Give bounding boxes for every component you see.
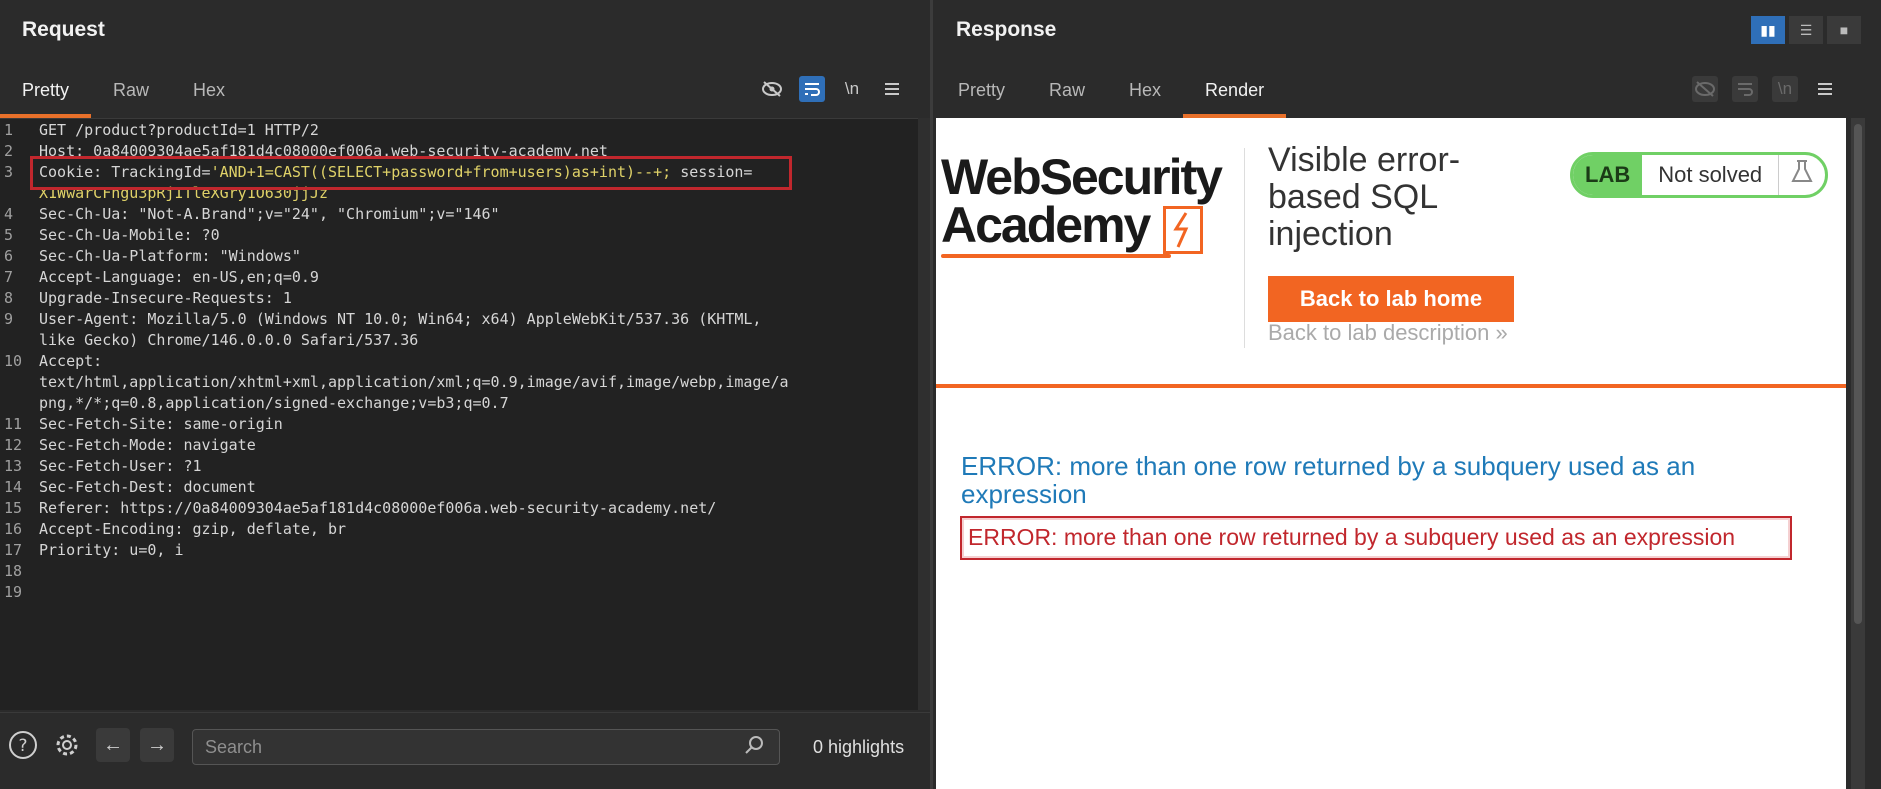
search-icon[interactable] bbox=[744, 735, 764, 760]
word-wrap-icon bbox=[1732, 76, 1758, 102]
split-vertical-icon[interactable]: ☰ bbox=[1789, 16, 1823, 44]
logo-bolt-icon bbox=[1163, 206, 1203, 254]
highlights-count: 0 highlights bbox=[813, 737, 905, 757]
flask-icon bbox=[1779, 159, 1825, 191]
request-toolbar: \n bbox=[759, 76, 905, 102]
menu-icon[interactable] bbox=[1812, 76, 1838, 102]
help-icon[interactable]: ? bbox=[6, 728, 40, 762]
split-horizontal-icon[interactable]: ▮▮ bbox=[1751, 16, 1785, 44]
forward-arrow-icon[interactable]: → bbox=[140, 728, 174, 762]
web-security-academy-logo: WebSecurity Academy bbox=[941, 148, 1241, 258]
lab-title: Visible error-based SQL injection bbox=[1268, 141, 1461, 253]
response-title: Response bbox=[956, 18, 1057, 41]
request-tabs: Pretty Raw Hex bbox=[0, 72, 247, 118]
response-tab-raw[interactable]: Raw bbox=[1027, 72, 1107, 118]
response-tabs: Pretty Raw Hex Render bbox=[936, 72, 1287, 118]
search-input[interactable] bbox=[192, 729, 780, 765]
newline-toggle-icon[interactable]: \n bbox=[839, 76, 865, 102]
error-message-box: ERROR: more than one row returned by a s… bbox=[960, 516, 1792, 560]
rendered-page: WebSecurity Academy Visible error-based … bbox=[936, 118, 1846, 789]
response-tab-pretty[interactable]: Pretty bbox=[936, 72, 1027, 118]
request-tab-pretty[interactable]: Pretty bbox=[0, 72, 92, 118]
request-tab-raw[interactable]: Raw bbox=[91, 72, 171, 118]
response-pane: Response ▮▮ ☰ ■ Pretty Raw Hex Render \n… bbox=[936, 0, 1881, 789]
response-tab-render[interactable]: Render bbox=[1183, 72, 1287, 118]
request-title: Request bbox=[22, 18, 105, 41]
request-tab-hex[interactable]: Hex bbox=[171, 72, 247, 118]
double-chevron-right-icon: » bbox=[1495, 320, 1508, 345]
render-scroll-thumb[interactable] bbox=[1854, 124, 1862, 624]
header-divider bbox=[1244, 148, 1245, 348]
back-to-lab-description-link[interactable]: Back to lab description » bbox=[1268, 320, 1508, 346]
cookie-header-suffix: session= bbox=[671, 163, 753, 181]
sql-injection-payload: 'AND+1=CAST((SELECT+password+from+users)… bbox=[210, 163, 672, 181]
back-to-lab-home-button[interactable]: Back to lab home bbox=[1268, 276, 1514, 322]
menu-icon[interactable] bbox=[879, 76, 905, 102]
render-scrollbar[interactable] bbox=[1851, 118, 1865, 789]
response-toolbar: \n bbox=[1692, 76, 1838, 102]
request-editor[interactable]: 1 GET /product?productId=1 HTTP/2 2 Host: … bbox=[0, 118, 930, 710]
hide-nonprintable-icon[interactable] bbox=[759, 76, 785, 102]
back-to-lab-description-label: Back to lab description bbox=[1268, 320, 1490, 345]
newline-toggle-icon: \n bbox=[1772, 76, 1798, 102]
header-rule bbox=[936, 384, 1846, 388]
svg-text:?: ? bbox=[18, 736, 27, 756]
word-wrap-icon[interactable] bbox=[799, 76, 825, 102]
lab-status-badge: LAB Not solved bbox=[1570, 152, 1829, 198]
layout-toggle: ▮▮ ☰ ■ bbox=[1751, 16, 1861, 44]
error-heading: ERROR: more than one row returned by a s… bbox=[961, 451, 1696, 509]
hide-nonprintable-icon bbox=[1692, 76, 1718, 102]
logo-swoosh bbox=[941, 254, 1171, 258]
gear-icon[interactable] bbox=[50, 728, 84, 762]
logo-line2: Academy bbox=[941, 197, 1151, 253]
editor-scrollbar[interactable] bbox=[918, 118, 930, 710]
lab-status-text: Not solved bbox=[1642, 155, 1780, 195]
response-tab-hex[interactable]: Hex bbox=[1107, 72, 1183, 118]
cookie-header-prefix: Cookie: TrackingId= bbox=[39, 163, 211, 181]
single-pane-icon[interactable]: ■ bbox=[1827, 16, 1861, 44]
request-footer: ? ← → 0 highlights bbox=[0, 712, 930, 789]
request-pane: Request Pretty Raw Hex \n 1 GET /product?… bbox=[0, 0, 933, 789]
back-arrow-icon[interactable]: ← bbox=[96, 728, 130, 762]
lab-badge-label: LAB bbox=[1573, 155, 1643, 195]
